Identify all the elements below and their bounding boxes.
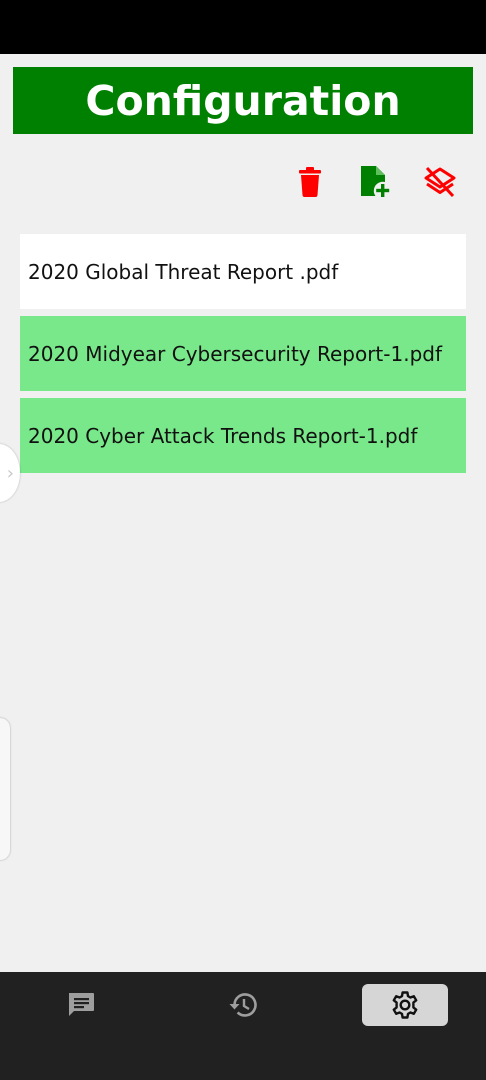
configuration-page: Configuration 2020 Global Threat Report … [0,54,486,972]
nav-history-button[interactable] [200,984,286,1026]
file-name: 2020 Global Threat Report .pdf [28,259,339,284]
add-file-button[interactable] [355,162,395,202]
chevron-right-icon: › [6,462,14,484]
page-header: Configuration [13,67,473,134]
app-screen: Configuration 2020 Global Threat Report … [0,0,486,1080]
bottom-navigation [0,972,486,1080]
file-item-selected[interactable]: 2020 Midyear Cybersecurity Report-1.pdf [20,316,466,391]
history-icon [229,993,257,1017]
drawer-handle[interactable]: › [0,444,20,502]
layers-off-icon [424,166,456,198]
file-plus-icon [361,166,390,197]
file-name: 2020 Midyear Cybersecurity Report-1.pdf [28,341,443,366]
file-list: 2020 Global Threat Report .pdf 2020 Midy… [20,234,466,480]
edge-panel-handle[interactable] [0,718,10,860]
settings-gear-icon [392,991,418,1019]
delete-button[interactable] [290,162,330,202]
file-item-selected[interactable]: 2020 Cyber Attack Trends Report-1.pdf [20,398,466,473]
nav-settings-button[interactable] [362,984,448,1026]
trash-icon [299,167,321,197]
file-item[interactable]: 2020 Global Threat Report .pdf [20,234,466,309]
page-title: Configuration [85,76,401,125]
file-toolbar [0,162,486,202]
file-name: 2020 Cyber Attack Trends Report-1.pdf [28,423,418,448]
clear-layers-button[interactable] [420,162,460,202]
nav-chat-button[interactable] [38,984,124,1026]
chat-icon [69,993,94,1016]
